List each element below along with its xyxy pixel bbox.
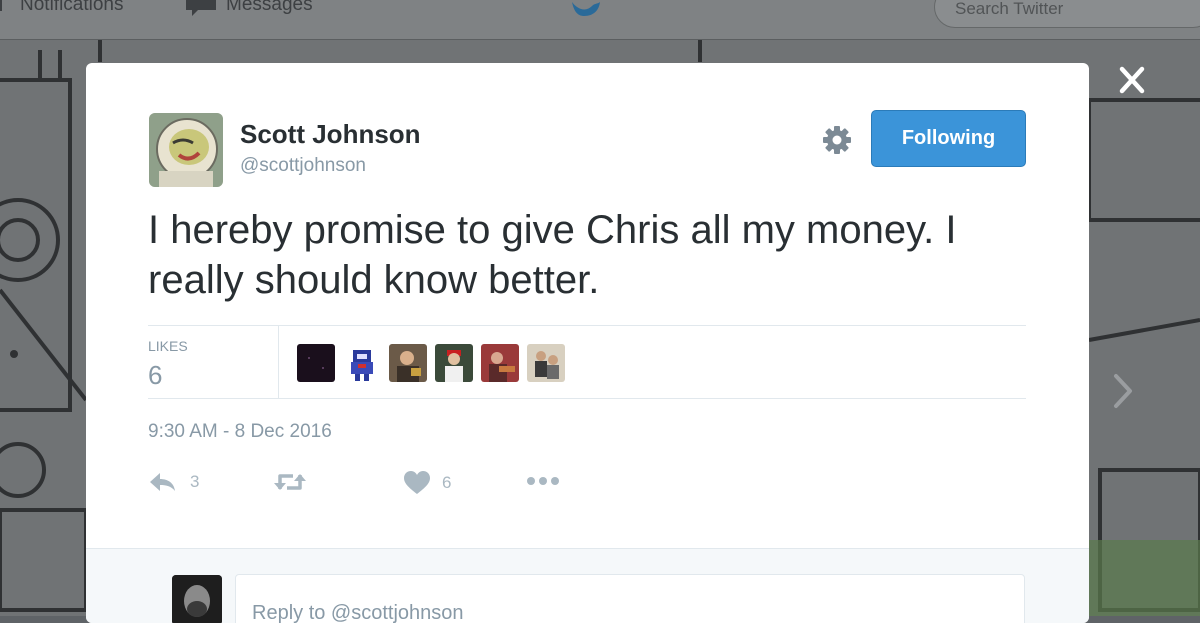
nav-notifications[interactable]: Notifications bbox=[0, 0, 124, 16]
nav-messages-label: Messages bbox=[226, 0, 313, 15]
reply-count: 3 bbox=[190, 472, 200, 491]
more-icon bbox=[527, 477, 559, 485]
top-navigation-bar: Notifications Messages Search Twitter bbox=[0, 0, 1200, 40]
author-handle[interactable]: @scottjohnson bbox=[240, 155, 366, 177]
twitter-bird-logo[interactable] bbox=[570, 0, 602, 18]
author-name[interactable]: Scott Johnson bbox=[240, 119, 421, 150]
reply-composer bbox=[86, 548, 1089, 623]
retweet-icon bbox=[274, 474, 306, 490]
liker-avatar[interactable] bbox=[343, 344, 381, 382]
author-avatar[interactable] bbox=[149, 113, 223, 187]
likes-stat-value[interactable]: 6 bbox=[148, 360, 162, 391]
nav-notifications-label: Notifications bbox=[20, 0, 124, 15]
tweet-text: I hereby promise to give Chris all my mo… bbox=[148, 208, 957, 302]
liker-avatar-image bbox=[297, 344, 335, 382]
liker-avatar-image bbox=[343, 344, 381, 382]
liker-avatar[interactable] bbox=[297, 344, 335, 382]
like-button[interactable]: 6 bbox=[404, 471, 451, 495]
likers-list bbox=[297, 344, 565, 382]
likes-stat-label[interactable]: LIKES bbox=[148, 338, 188, 354]
search-input[interactable]: Search Twitter bbox=[934, 0, 1200, 28]
liker-avatar[interactable] bbox=[481, 344, 519, 382]
stats-divider bbox=[278, 326, 279, 398]
reply-icon bbox=[150, 473, 175, 491]
reply-button[interactable]: 3 bbox=[148, 471, 199, 493]
tweet-timestamp[interactable]: 9:30 AM - 8 Dec 2016 bbox=[148, 421, 332, 443]
tweet-stats: LIKES 6 bbox=[148, 325, 1026, 399]
notifications-icon bbox=[0, 0, 2, 11]
tweet-modal: Scott Johnson @scottjohnson Following I … bbox=[86, 63, 1089, 623]
liker-avatar-image bbox=[389, 344, 427, 382]
nav-messages[interactable]: Messages bbox=[186, 0, 313, 16]
chevron-right-icon[interactable] bbox=[1110, 370, 1140, 412]
liker-avatar[interactable] bbox=[389, 344, 427, 382]
messages-icon bbox=[186, 0, 216, 16]
liker-avatar-image bbox=[481, 344, 519, 382]
gear-icon[interactable] bbox=[820, 123, 854, 157]
retweet-button[interactable] bbox=[273, 471, 307, 493]
liker-avatar-image bbox=[435, 344, 473, 382]
search-placeholder: Search Twitter bbox=[955, 0, 1064, 18]
following-button[interactable]: Following bbox=[871, 110, 1026, 167]
close-icon[interactable] bbox=[1113, 62, 1151, 100]
liker-avatar-image bbox=[527, 344, 565, 382]
liker-avatar[interactable] bbox=[435, 344, 473, 382]
astronaut-avatar-image bbox=[149, 113, 223, 187]
more-button[interactable] bbox=[526, 475, 560, 487]
like-count: 6 bbox=[442, 473, 452, 492]
liker-avatar[interactable] bbox=[527, 344, 565, 382]
heart-icon bbox=[404, 471, 430, 494]
